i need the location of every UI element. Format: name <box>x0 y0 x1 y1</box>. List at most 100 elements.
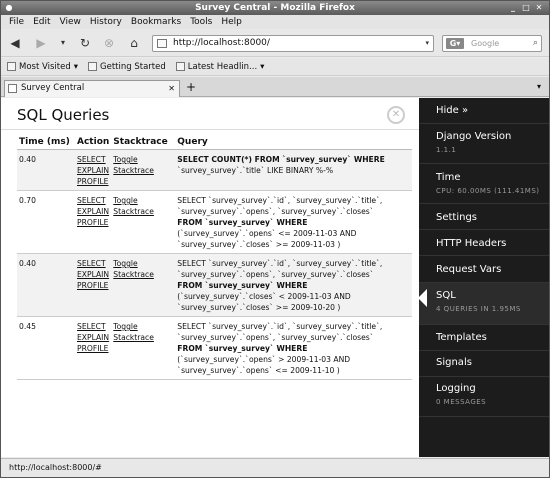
menu-history[interactable]: History <box>90 15 122 29</box>
close-panel-icon[interactable]: ✕ <box>387 106 405 124</box>
sidebar-item-label: Signals <box>436 357 472 368</box>
profile-link[interactable]: PROFILE <box>77 343 109 354</box>
query-line: SELECT `survey_survey`.`id`, `survey_sur… <box>177 322 383 331</box>
reload-icon[interactable]: ↻ <box>77 35 93 51</box>
bookmark-label: Latest Headlin... <box>187 61 258 72</box>
navigation-toolbar: ◀ ▶ ▾ ↻ ⊗ ⌂ http://localhost:8000/ ▾ G▾ … <box>1 29 549 57</box>
toggle-label: Toggle <box>113 155 138 164</box>
sidebar-item-request-vars[interactable]: Request Vars <box>419 256 549 283</box>
profile-link[interactable]: PROFILE <box>77 217 109 228</box>
sidebar-item-signals[interactable]: Signals <box>419 351 549 377</box>
query-line: SELECT `survey_survey`.`id`, `survey_sur… <box>177 259 383 268</box>
bookmark-latest-headlines[interactable]: Latest Headlin... ▾ <box>175 61 265 72</box>
minimize-window-icon[interactable]: _ <box>508 3 518 13</box>
sql-panel-header: SQL Queries ✕ <box>1 98 419 130</box>
panel-title: SQL Queries <box>17 106 110 124</box>
debug-toolbar-sidebar: Hide » Django Version 1.1.1 Time CPU: 60… <box>418 98 549 457</box>
explain-link[interactable]: EXPLAIN <box>77 206 109 217</box>
stacktrace-cell: Toggle Stacktrace <box>111 149 176 191</box>
query-line: `survey_survey`.`opens`, `survey_survey`… <box>177 333 374 342</box>
url-bar[interactable]: http://localhost:8000/ ▾ <box>152 35 434 52</box>
menu-tools[interactable]: Tools <box>190 15 212 29</box>
url-dropdown-icon[interactable]: ▾ <box>425 36 429 51</box>
maximize-window-icon[interactable]: □ <box>521 3 531 13</box>
tab-list-icon[interactable]: ▾ <box>537 80 541 94</box>
table-row: 0.40 SELECT EXPLAIN PROFILE Toggle Stackt… <box>17 253 412 317</box>
explain-link[interactable]: EXPLAIN <box>77 269 109 280</box>
search-engine-icon[interactable]: G▾ <box>446 38 464 49</box>
sidebar-item-http-headers[interactable]: HTTP Headers <box>419 230 549 256</box>
sidebar-item-settings[interactable]: Settings <box>419 204 549 230</box>
sidebar-item-time[interactable]: Time CPU: 60.00MS (111.41MS) <box>419 164 549 204</box>
sql-panel: SQL Queries ✕ Time (ms) Action Stacktrac… <box>1 98 419 457</box>
query-cell: SELECT `survey_survey`.`id`, `survey_sur… <box>175 253 412 317</box>
home-icon[interactable]: ⌂ <box>126 35 142 51</box>
action-cell: SELECT EXPLAIN PROFILE <box>75 316 112 380</box>
query-line: `survey_survey`.`title` LIKE BINARY %-% <box>177 166 334 175</box>
time-cell: 0.45 <box>17 316 75 380</box>
menu-help[interactable]: Help <box>221 15 242 29</box>
sidebar-item-label: Django Version <box>436 131 512 142</box>
sidebar-item-sql[interactable]: SQL 4 QUERIES IN 1.95MS <box>418 283 549 325</box>
back-icon[interactable]: ◀ <box>7 35 23 51</box>
select-link[interactable]: SELECT <box>77 258 109 269</box>
new-tab-icon[interactable]: + <box>186 80 196 94</box>
stacktrace-cell: Toggle Stacktrace <box>111 190 176 254</box>
toggle-stacktrace-link[interactable]: Toggle Stacktrace <box>113 258 173 280</box>
select-link[interactable]: SELECT <box>77 321 109 332</box>
stop-icon[interactable]: ⊗ <box>101 35 117 51</box>
column-header: Query <box>175 135 412 150</box>
table-header-row: Time (ms) Action Stacktrace Query <box>17 135 412 150</box>
explain-link[interactable]: EXPLAIN <box>77 332 109 343</box>
window-menu-icon[interactable]: ● <box>4 3 14 13</box>
bookmark-getting-started[interactable]: Getting Started <box>88 62 166 72</box>
toggle-stacktrace-link[interactable]: Toggle Stacktrace <box>113 195 173 217</box>
sidebar-item-label: Settings <box>436 212 478 223</box>
tab-bar: Survey Central ✕ + ▾ <box>1 77 549 97</box>
menu-view[interactable]: View <box>60 15 81 29</box>
column-header: Stacktrace <box>111 135 176 150</box>
sidebar-item-label: HTTP Headers <box>436 238 507 249</box>
query-line: FROM `survey_survey` WHERE <box>177 344 308 353</box>
time-cell: 0.70 <box>17 190 75 254</box>
bookmark-label: Getting Started <box>100 61 166 72</box>
toggle-label: Toggle <box>113 322 138 331</box>
toggle-stacktrace-link[interactable]: Toggle Stacktrace <box>113 321 173 343</box>
bookmark-most-visited[interactable]: Most Visited ▾ <box>7 62 78 72</box>
time-cell: 0.40 <box>17 149 75 191</box>
menu-bookmarks[interactable]: Bookmarks <box>131 15 181 29</box>
tab-survey-central[interactable]: Survey Central ✕ <box>4 80 180 97</box>
query-line: SELECT COUNT(*) FROM `survey_survey` WHE… <box>177 155 385 164</box>
sidebar-item-logging[interactable]: Logging 0 MESSAGES <box>419 377 549 417</box>
url-text: http://localhost:8000/ <box>173 38 270 48</box>
search-bar[interactable]: G▾ Google ⌕ <box>442 35 542 52</box>
sidebar-item-subtitle: 0 MESSAGES <box>436 398 487 406</box>
title-bar: ● Survey Central - Mozilla Firefox ✕ □ _ <box>1 1 549 15</box>
explain-link[interactable]: EXPLAIN <box>77 165 109 176</box>
sidebar-item-templates[interactable]: Templates <box>419 325 549 351</box>
menu-file[interactable]: File <box>9 15 24 29</box>
toggle-stacktrace-link[interactable]: Toggle Stacktrace <box>113 154 173 176</box>
close-tab-icon[interactable]: ✕ <box>168 81 175 96</box>
sidebar-item-label: SQL <box>436 290 456 301</box>
query-cell: SELECT COUNT(*) FROM `survey_survey` WHE… <box>175 149 412 191</box>
stacktrace-cell: Toggle Stacktrace <box>111 253 176 317</box>
search-icon[interactable]: ⌕ <box>533 36 538 51</box>
forward-icon[interactable]: ▶ <box>33 35 49 51</box>
chevron-down-icon: ▾ <box>260 61 265 72</box>
column-header: Time (ms) <box>17 135 75 150</box>
profile-link[interactable]: PROFILE <box>77 176 109 187</box>
bookmark-label: Most Visited <box>19 61 71 72</box>
history-dropdown-icon[interactable]: ▾ <box>55 35 71 51</box>
select-link[interactable]: SELECT <box>77 195 109 206</box>
select-link[interactable]: SELECT <box>77 154 109 165</box>
query-line: (`survey_survey`.`opens` <= 2009-11-03 A… <box>177 229 357 238</box>
menu-edit[interactable]: Edit <box>33 15 50 29</box>
profile-link[interactable]: PROFILE <box>77 280 109 291</box>
hide-toolbar-button[interactable]: Hide » <box>419 98 549 124</box>
firefox-icon <box>88 62 98 71</box>
sidebar-item-django-version[interactable]: Django Version 1.1.1 <box>419 124 549 164</box>
bookmarks-toolbar: Most Visited ▾ Getting Started Latest Hea… <box>1 58 549 76</box>
close-window-icon[interactable]: ✕ <box>534 3 544 13</box>
sidebar-item-subtitle: 4 QUERIES IN 1.95MS <box>436 305 521 313</box>
